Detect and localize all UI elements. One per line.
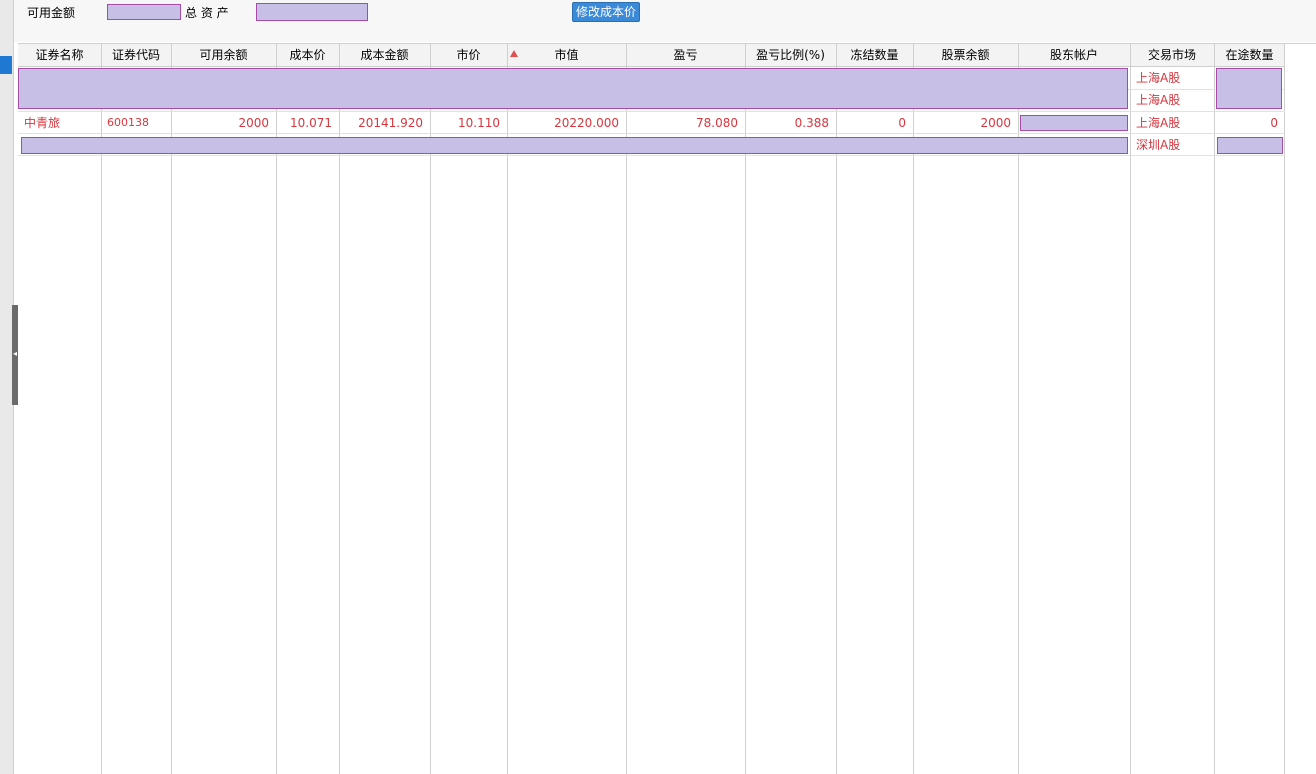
table-row-3-market-price[interactable]: 10.110 (430, 112, 507, 134)
col-header-in-transit[interactable]: 在途数量 (1214, 44, 1285, 66)
holdings-table: 证券名称 证券代码 可用余额 成本价 成本金额 市价 市值 盈亏 盈亏比例(%)… (18, 43, 1316, 774)
col-header-cost-amount[interactable]: 成本金额 (339, 44, 430, 66)
table-row-1-exchange[interactable]: 上海A股 (1130, 67, 1214, 89)
total-assets-value-redacted (256, 3, 368, 21)
available-amount-value-redacted (107, 4, 181, 20)
redacted-in-transit-block (1216, 68, 1282, 109)
table-row-3-available[interactable]: 2000 (171, 112, 276, 134)
col-header-pl-ratio[interactable]: 盈亏比例(%) (745, 44, 836, 66)
col-header-name[interactable]: 证券名称 (18, 44, 101, 66)
col-header-frozen[interactable]: 冻结数量 (836, 44, 913, 66)
col-header-profit-loss[interactable]: 盈亏 (626, 44, 745, 66)
col-header-code[interactable]: 证券代码 (101, 44, 171, 66)
redacted-row-4-in-transit (1217, 137, 1283, 154)
table-row-3-name[interactable]: 中青旅 (18, 112, 101, 134)
table-row-2-exchange[interactable]: 上海A股 (1130, 89, 1214, 111)
col-header-available[interactable]: 可用余额 (171, 44, 276, 66)
col-header-stock-balance[interactable]: 股票余额 (913, 44, 1018, 66)
table-row-3-frozen[interactable]: 0 (836, 112, 913, 134)
holdings-page: ◂ 可用金额 总 资 产 修改成本价 证券名称 证券代码 可用余额 成本价 成本… (0, 0, 1316, 774)
col-header-market-value[interactable]: 市值 (507, 44, 626, 66)
total-assets-label: 总 资 产 (185, 6, 229, 20)
table-row-3-exchange[interactable]: 上海A股 (1130, 112, 1214, 134)
table-row-3-market-value[interactable]: 20220.000 (507, 112, 626, 134)
col-header-market-price[interactable]: 市价 (430, 44, 507, 66)
col-header-cost-price[interactable]: 成本价 (276, 44, 339, 66)
col-header-shareholder-account[interactable]: 股东帐户 (1018, 44, 1130, 66)
table-row-3-profit-loss[interactable]: 78.080 (626, 112, 745, 134)
table-row-3-stock-balance[interactable]: 2000 (913, 112, 1018, 134)
edit-cost-price-button[interactable]: 修改成本价 (572, 2, 640, 22)
redacted-row-4 (21, 137, 1128, 154)
sort-ascending-icon (510, 50, 518, 57)
col-header-exchange[interactable]: 交易市场 (1130, 44, 1214, 66)
redacted-rows-block (18, 68, 1128, 109)
table-row-3-cost-price[interactable]: 10.071 (276, 112, 339, 134)
table-row-4-exchange[interactable]: 深圳A股 (1130, 134, 1214, 156)
table-row-3-pl-ratio[interactable]: 0.388 (745, 112, 836, 134)
available-amount-label: 可用金额 (27, 6, 76, 20)
redacted-shareholder-account (1020, 115, 1128, 131)
column-divider (1214, 44, 1215, 774)
active-nav-tab[interactable] (0, 56, 12, 74)
table-row-3-in-transit[interactable]: 0 (1214, 112, 1285, 134)
table-header: 证券名称 证券代码 可用余额 成本价 成本金额 市价 市值 盈亏 盈亏比例(%)… (18, 44, 1285, 67)
column-divider (1284, 44, 1285, 774)
table-row-3-code[interactable]: 600138 (101, 112, 171, 134)
table-row-3-cost-amount[interactable]: 20141.920 (339, 112, 430, 134)
row-divider (18, 155, 1285, 156)
account-summary-bar: 可用金额 总 资 产 (14, 0, 1316, 42)
